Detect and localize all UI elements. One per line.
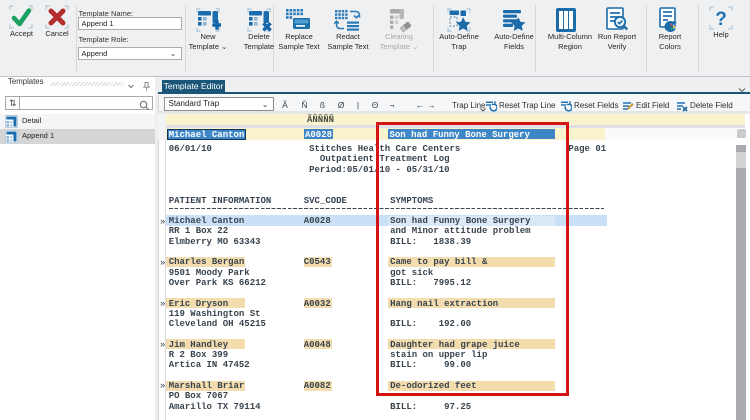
svg-text:?: ? [715,9,727,30]
